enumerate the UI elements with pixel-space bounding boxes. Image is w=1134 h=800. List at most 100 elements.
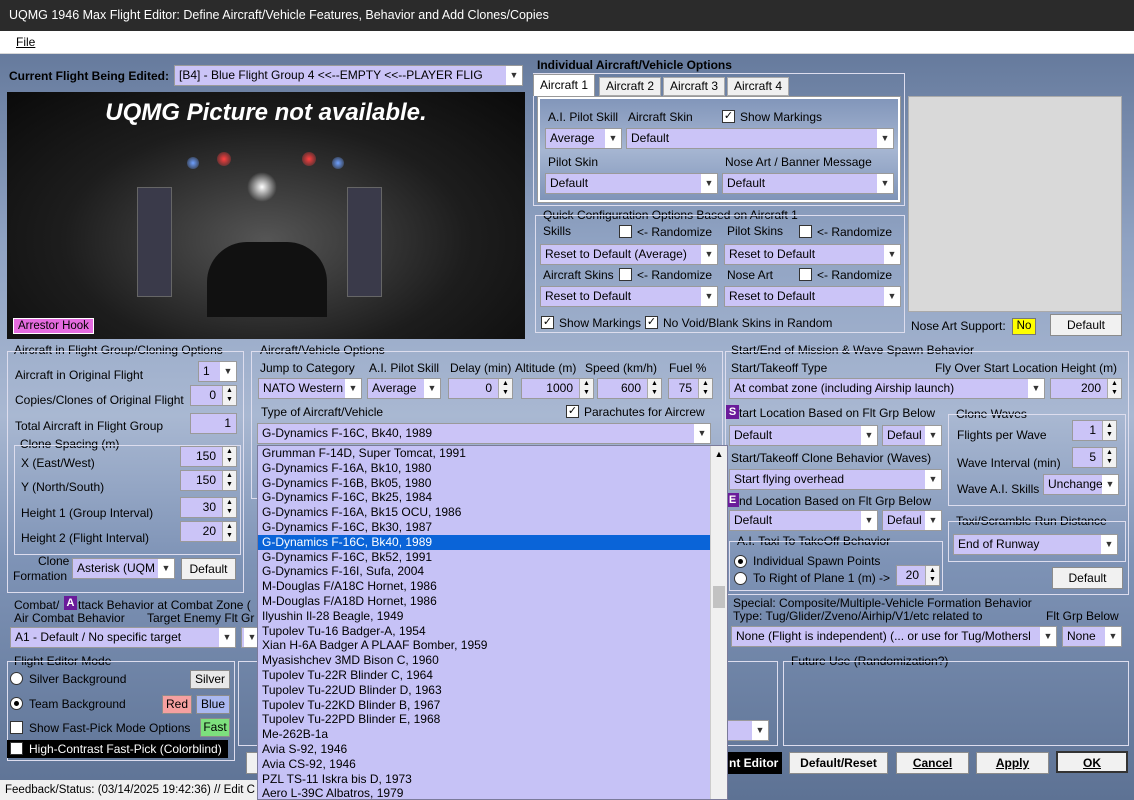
quick-skills-select[interactable]: Reset to Default (Average) ▼ [540,244,718,265]
formation-select[interactable]: Asterisk (UQM ▼ [72,558,175,579]
vehicle-skill-select[interactable]: Average ▼ [367,378,441,399]
y-spacing-stepper[interactable]: 150 ▲ ▼ [180,470,237,491]
tab-aircraft-4[interactable]: Aircraft 4 [727,77,789,96]
high-contrast-checkbox[interactable] [10,742,23,755]
tab-aircraft-3[interactable]: Aircraft 3 [663,77,725,96]
aircraft-list-item[interactable]: Avia CS-92, 1946 [258,757,727,772]
altitude-stepper[interactable]: 1000 ▲ ▼ [521,378,594,399]
aircraft-skins-randomize-checkbox[interactable] [619,268,632,281]
team-background-radio[interactable] [10,697,23,710]
right-of-plane-stepper[interactable]: 20 ▲ ▼ [896,565,940,586]
quick-pilot-skins-select[interactable]: Reset to Default ▼ [724,244,901,265]
aircraft-list-item[interactable]: Me-262B-1a [258,727,727,742]
blue-button[interactable]: Blue [196,695,230,714]
quick-aircraft-skins-select[interactable]: Reset to Default ▼ [540,286,718,307]
aircraft-list-item[interactable]: Tupolev Tu-16 Badger-A, 1954 [258,624,727,639]
stepper-arrows-icon[interactable]: ▲ ▼ [698,379,712,398]
aircraft-list-item[interactable]: PZL TS-11 Iskra bis D, 1973 [258,772,727,787]
height2-stepper[interactable]: 20 ▲ ▼ [180,521,237,542]
start-location-select[interactable]: Default ▼ [729,425,878,446]
quick-nose-art-select[interactable]: Reset to Default ▼ [724,286,901,307]
quick-show-markings-checkbox[interactable]: ✓ [541,316,554,329]
height1-stepper[interactable]: 30 ▲ ▼ [180,497,237,518]
aircraft-list-item[interactable]: Ilyushin Il-28 Beagle, 1949 [258,609,727,624]
aircraft-list-item[interactable]: G-Dynamics F-16A, Bk15 OCU, 1986 [258,505,727,520]
scroll-up-icon[interactable]: ▲ [711,446,727,463]
cancel-button[interactable]: Cancel [896,752,969,774]
aircraft-list-item[interactable]: Tupolev Tu-22UD Blinder D, 1963 [258,683,727,698]
fuel-stepper[interactable]: 75 ▲ ▼ [668,378,713,399]
aircraft-list-item[interactable]: G-Dynamics F-16B, Bk05, 1980 [258,476,727,491]
wave-skill-select[interactable]: Unchange ▼ [1043,474,1119,495]
takeoff-type-select[interactable]: At combat zone (including Airship launch… [729,378,1045,399]
air-combat-select[interactable]: A1 - Default / No specific target ▼ [10,627,236,648]
tab-aircraft-2[interactable]: Aircraft 2 [599,77,661,96]
aircraft-list-item[interactable]: Avia S-92, 1946 [258,742,727,757]
apply-button[interactable]: Apply [976,752,1049,774]
silver-background-radio[interactable] [10,672,23,685]
parachutes-checkbox[interactable]: ✓ [566,405,579,418]
wave-interval-stepper[interactable]: 5 ▲ ▼ [1072,447,1117,468]
stepper-arrows-icon[interactable]: ▲ ▼ [1102,421,1116,440]
aircraft-list-item[interactable]: Grumman F-14D, Super Tomcat, 1991 [258,446,727,461]
nose-art-default-button[interactable]: Default [1050,314,1122,336]
aircraft-list-item[interactable]: Myasishchev 3MD Bison C, 1960 [258,653,727,668]
default-reset-button[interactable]: Default/Reset [789,752,888,774]
nose-art-randomize-checkbox[interactable] [799,268,812,281]
aircraft-list-item[interactable]: G-Dynamics F-16C, Bk52, 1991 [258,550,727,565]
scroll-thumb[interactable] [713,586,725,608]
aircraft-type-dropdown-list[interactable]: Grumman F-14D, Super Tomcat, 1991 G-Dynam… [257,445,728,800]
formation-default-button[interactable]: Default [181,558,236,580]
aircraft-list-item[interactable]: Xian H-6A Badger A PLAAF Bomber, 1959 [258,638,727,653]
pilot-skins-randomize-checkbox[interactable] [799,225,812,238]
aircraft-list-item[interactable]: G-Dynamics F-16C, Bk30, 1987 [258,520,727,535]
menu-file[interactable]: File [16,35,35,49]
scramble-default-button[interactable]: Default [1052,567,1123,589]
stepper-arrows-icon[interactable]: ▲ ▼ [925,566,939,585]
stepper-arrows-icon[interactable]: ▲ ▼ [222,386,236,405]
list-scrollbar[interactable]: ▲ [710,446,727,799]
aircraft-list-item[interactable]: M-Douglas F/A18C Hornet, 1986 [258,579,727,594]
x-spacing-stepper[interactable]: 150 ▲ ▼ [180,446,237,467]
stepper-arrows-icon[interactable]: ▲ ▼ [1102,448,1116,467]
end-location-select[interactable]: Default ▼ [729,510,878,531]
current-flight-select[interactable]: [B4] - Blue Flight Group 4 <<--EMPTY <<-… [174,65,523,86]
aircraft-list-item[interactable]: G-Dynamics F-16A, Bk10, 1980 [258,461,727,476]
flights-per-wave-stepper[interactable]: 1 ▲ ▼ [1072,420,1117,441]
start-height-stepper[interactable]: 200 ▲ ▼ [1050,378,1122,399]
ai-skill-select[interactable]: Average ▼ [545,128,622,149]
obscured-select[interactable]: ▼ [724,720,769,741]
aircraft-list-item[interactable]: Tupolev Tu-22R Blinder C, 1964 [258,668,727,683]
fast-button[interactable]: Fast [200,718,230,737]
aircraft-list-item[interactable]: G-Dynamics F-16I, Sufa, 2004 [258,564,727,579]
ok-button[interactable]: OK [1056,751,1128,773]
stepper-arrows-icon[interactable]: ▲ ▼ [579,379,593,398]
aircraft-list-item[interactable]: G-Dynamics F-16C, Bk40, 1989 [258,534,727,550]
stepper-arrows-icon[interactable]: ▲ ▼ [222,447,236,466]
stepper-arrows-icon[interactable]: ▲ ▼ [647,379,661,398]
aircraft-list-item[interactable]: G-Dynamics F-16C, Bk25, 1984 [258,490,727,505]
stepper-arrows-icon[interactable]: ▲ ▼ [1107,379,1121,398]
jump-category-select[interactable]: NATO Western ▼ [258,378,362,399]
stepper-arrows-icon[interactable]: ▲ ▼ [222,522,236,541]
start-location-select-2[interactable]: Defaul ▼ [882,425,942,446]
stepper-arrows-icon[interactable]: ▲ ▼ [222,471,236,490]
end-location-select-2[interactable]: Defaul ▼ [882,510,942,531]
stepper-arrows-icon[interactable]: ▲ ▼ [222,498,236,517]
clone-behavior-select[interactable]: Start flying overhead ▼ [729,469,942,490]
scramble-select[interactable]: End of Runway ▼ [953,534,1118,555]
special-type-select[interactable]: None (Flight is independent) (... or use… [731,626,1057,647]
aircraft-list-item[interactable]: Aero L-39C Albatros, 1979 [258,786,727,799]
aircraft-list-item[interactable]: M-Douglas F/A18D Hornet, 1986 [258,594,727,609]
type-select[interactable]: G-Dynamics F-16C, Bk40, 1989 ▼ [257,423,711,444]
red-button[interactable]: Red [162,695,192,714]
copies-stepper[interactable]: 0 ▲ ▼ [190,385,237,406]
editor-button[interactable]: nt Editor [725,752,782,774]
aircraft-skin-select[interactable]: Default ▼ [626,128,894,149]
pilot-skin-select[interactable]: Default ▼ [545,173,718,194]
silver-button[interactable]: Silver [190,670,230,689]
fast-pick-checkbox[interactable] [10,721,23,734]
skills-randomize-checkbox[interactable] [619,225,632,238]
no-void-checkbox[interactable]: ✓ [645,316,658,329]
nose-art-select[interactable]: Default ▼ [722,173,894,194]
